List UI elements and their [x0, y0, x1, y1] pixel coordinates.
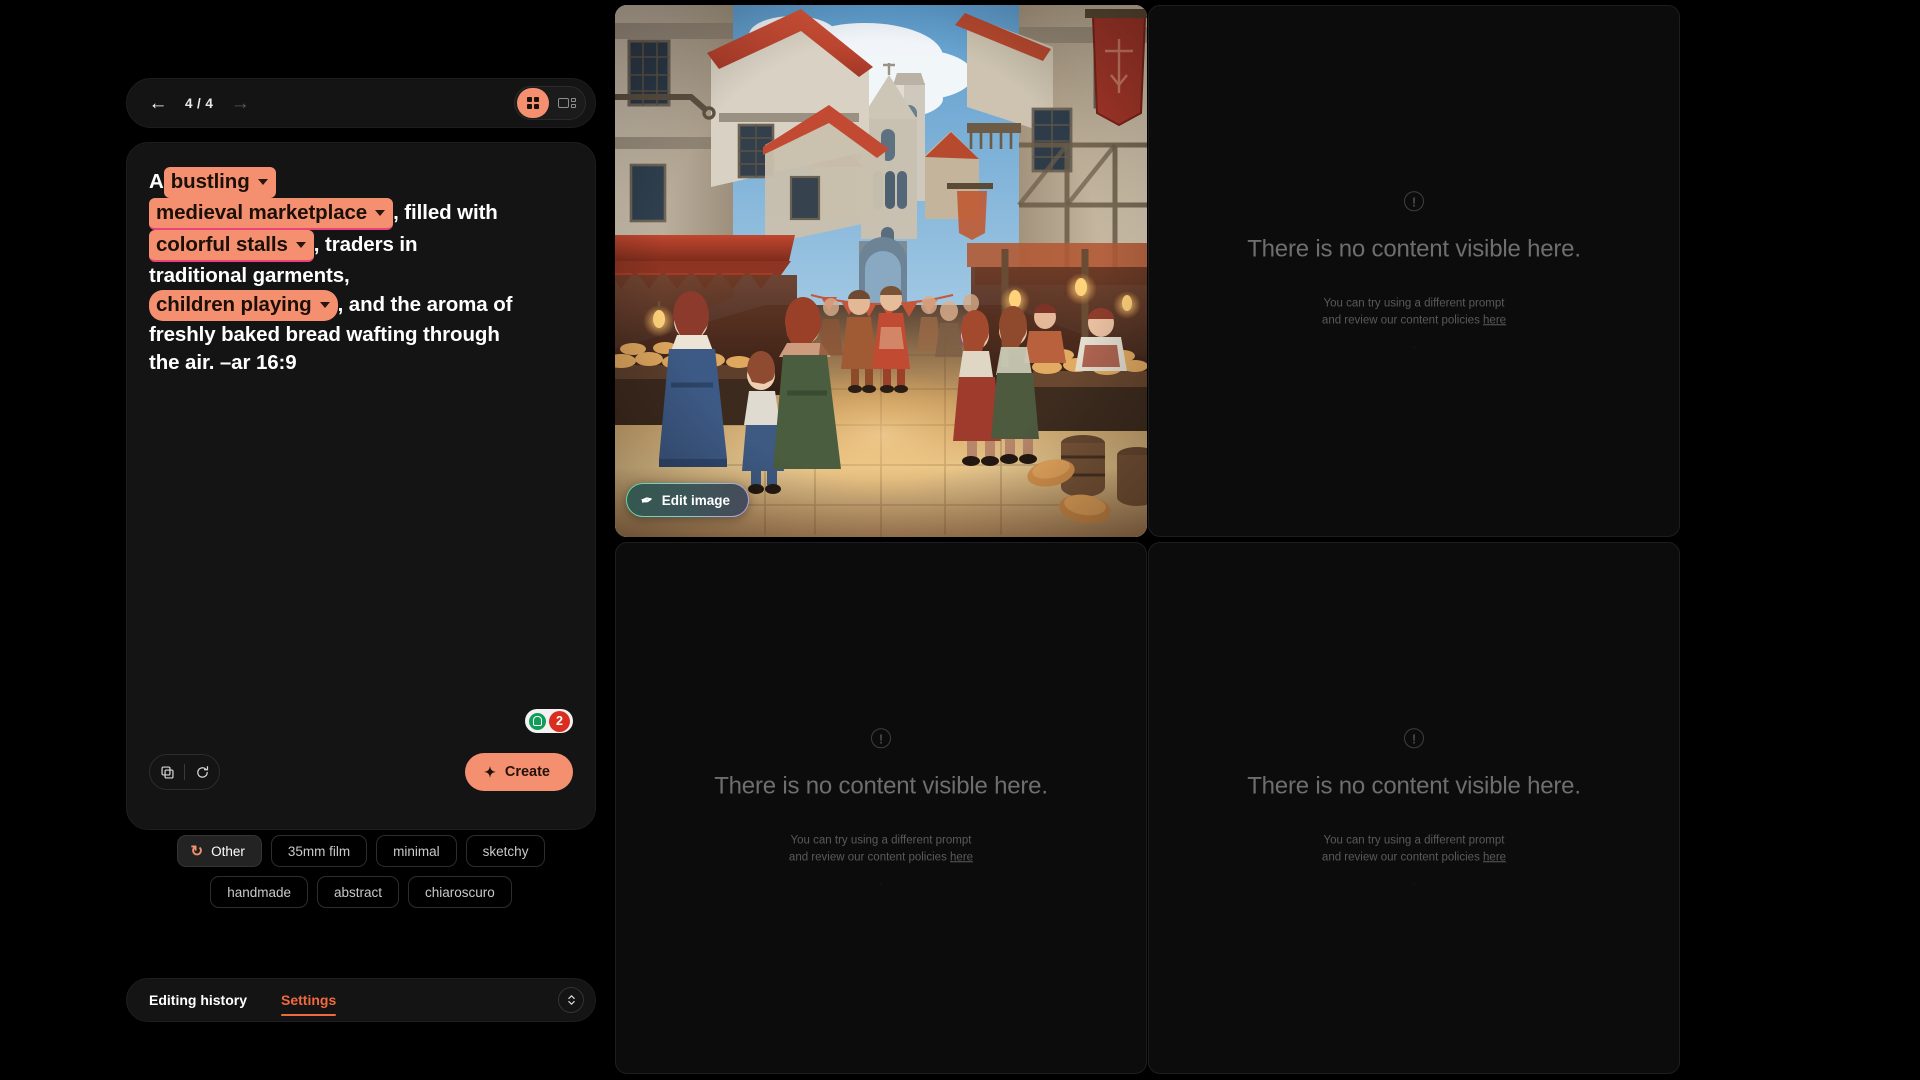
- chevron-down-icon: [375, 210, 386, 217]
- style-chip-abstract[interactable]: abstract: [317, 876, 400, 908]
- refresh-icon: ↻: [190, 843, 204, 860]
- prompt-segment-4: , and the aroma of: [337, 293, 513, 317]
- prompt-chip-bustling[interactable]: bustling: [163, 167, 276, 199]
- left-panel: ← 4 / 4 → Abustling medieval marketplace…: [126, 78, 596, 908]
- navigation-bar: ← 4 / 4 →: [126, 78, 596, 128]
- style-chip-chiaroscuro[interactable]: chiaroscuro: [408, 876, 512, 908]
- prompt-chip-medieval-marketplace[interactable]: medieval marketplace: [149, 198, 394, 231]
- empty-state: ! There is no content visible here. You …: [1149, 191, 1679, 351]
- empty-title: There is no content visible here.: [1247, 772, 1581, 800]
- chip-label: children playing: [156, 293, 312, 317]
- empty-title: There is no content visible here.: [1247, 235, 1581, 263]
- empty-dot: ·: [1412, 341, 1416, 351]
- empty-subtext: You can try using a different prompt and…: [1173, 295, 1655, 330]
- generated-image-panel[interactable]: ✒ Edit image: [615, 5, 1147, 537]
- page-counter: 4 / 4: [185, 95, 214, 111]
- style-chip-label: 35mm film: [287, 843, 351, 859]
- chevron-down-icon: [257, 179, 268, 186]
- empty-sub-line1: You can try using a different prompt: [1323, 297, 1505, 310]
- chip-label: medieval marketplace: [156, 201, 368, 225]
- prompt-segment-5: freshly baked bread wafting through: [149, 323, 500, 347]
- suggestions-badge[interactable]: 2: [525, 709, 573, 733]
- prompt-chip-children-playing[interactable]: children playing: [149, 290, 338, 322]
- prompt-segment-1: , filled with: [393, 201, 498, 225]
- empty-state: ! There is no content visible here. You …: [1149, 728, 1679, 888]
- tab-label: Editing history: [149, 992, 247, 1008]
- empty-subtext: You can try using a different prompt and…: [640, 832, 1122, 867]
- empty-sub-line2: and review our content policies: [788, 851, 947, 864]
- sparkle-icon: ✦: [484, 763, 496, 780]
- empty-title: There is no content visible here.: [714, 772, 1048, 800]
- split-view-icon[interactable]: [551, 88, 583, 118]
- chevron-down-icon: [295, 242, 306, 249]
- empty-subtext: You can try using a different prompt and…: [1173, 832, 1655, 867]
- reset-icon[interactable]: [185, 755, 219, 789]
- chip-label: colorful stalls: [156, 233, 288, 257]
- copy-icon[interactable]: [150, 755, 184, 789]
- chip-label: bustling: [170, 170, 250, 193]
- prompt-segment-3: traditional garments,: [149, 264, 350, 288]
- style-chip-handmade[interactable]: handmade: [210, 876, 308, 908]
- lightbulb-icon: [529, 712, 546, 730]
- create-button[interactable]: ✦ Create: [465, 753, 573, 791]
- empty-result-panel-bottom-right[interactable]: ! There is no content visible here. You …: [1148, 542, 1680, 1074]
- style-row-1: ↻ Other 35mm film minimal sketchy: [149, 835, 573, 867]
- style-chip-35mm-film[interactable]: 35mm film: [270, 835, 368, 867]
- chevron-down-icon: [319, 302, 330, 309]
- style-suggestions: ↻ Other 35mm film minimal sketchy handma…: [149, 835, 573, 917]
- expand-collapse-icon[interactable]: [558, 987, 584, 1013]
- style-row-2: handmade abstract chiaroscuro: [149, 876, 573, 908]
- app-root: ← 4 / 4 → Abustling medieval marketplace…: [0, 0, 1920, 1080]
- tab-label: Settings: [281, 992, 337, 1008]
- prompt-tools-group: [149, 754, 220, 790]
- prompt-actions: ✦ Create: [149, 753, 573, 791]
- arrow-left-icon[interactable]: ←: [147, 92, 169, 114]
- alert-circle-icon: !: [871, 728, 891, 749]
- magic-wand-icon: ✒: [639, 490, 655, 509]
- arrow-right-icon[interactable]: →: [229, 92, 251, 114]
- medieval-marketplace-illustration: ✒ Edit image: [615, 5, 1147, 537]
- edit-image-label: Edit image: [661, 492, 730, 508]
- empty-sub-line1: You can try using a different prompt: [1323, 834, 1505, 847]
- prompt-editor[interactable]: Abustling medieval marketplace , filled w…: [149, 167, 573, 378]
- prompt-card: Abustling medieval marketplace , filled w…: [126, 142, 596, 908]
- content-policies-link[interactable]: here: [1483, 315, 1506, 327]
- tab-settings[interactable]: Settings: [281, 978, 337, 1022]
- style-chip-other[interactable]: ↻ Other: [176, 835, 262, 867]
- style-chip-minimal[interactable]: minimal: [376, 835, 457, 867]
- content-policies-link[interactable]: here: [950, 852, 973, 864]
- style-chip-label: minimal: [393, 843, 440, 859]
- style-chip-sketchy[interactable]: sketchy: [465, 835, 546, 867]
- bottom-tab-bar: Editing history Settings: [126, 978, 596, 1022]
- empty-dot: ·: [1412, 878, 1416, 888]
- prompt-lead: A: [149, 170, 164, 193]
- grid-view-icon[interactable]: [517, 88, 549, 118]
- empty-state: ! There is no content visible here. You …: [616, 728, 1146, 888]
- empty-result-panel-bottom-left[interactable]: ! There is no content visible here. You …: [615, 542, 1147, 1074]
- empty-result-panel-top-right[interactable]: ! There is no content visible here. You …: [1148, 5, 1680, 537]
- style-chip-label: handmade: [227, 884, 291, 900]
- style-chip-label: sketchy: [482, 843, 529, 859]
- prompt-chip-colorful-stalls[interactable]: colorful stalls: [149, 230, 314, 263]
- suggestion-count: 2: [549, 710, 570, 732]
- scene-svg: [615, 5, 1147, 537]
- style-chip-label: Other: [211, 843, 245, 859]
- empty-sub-line2: and review our content policies: [1321, 314, 1480, 327]
- empty-sub-line2: and review our content policies: [1321, 851, 1480, 864]
- tab-editing-history[interactable]: Editing history: [149, 978, 247, 1022]
- empty-sub-line1: You can try using a different prompt: [790, 834, 972, 847]
- prompt-segment-2: , traders in: [313, 233, 418, 257]
- style-chip-label: abstract: [334, 884, 383, 900]
- edit-image-button[interactable]: ✒ Edit image: [626, 483, 749, 517]
- style-chip-label: chiaroscuro: [425, 884, 495, 900]
- alert-circle-icon: !: [1404, 191, 1424, 212]
- create-button-label: Create: [504, 764, 550, 780]
- content-policies-link[interactable]: here: [1483, 852, 1506, 864]
- alert-circle-icon: !: [1404, 728, 1424, 749]
- view-mode-toggle: [514, 86, 586, 120]
- empty-dot: ·: [879, 878, 883, 888]
- prompt-segment-6: the air. –ar 16:9: [149, 351, 297, 375]
